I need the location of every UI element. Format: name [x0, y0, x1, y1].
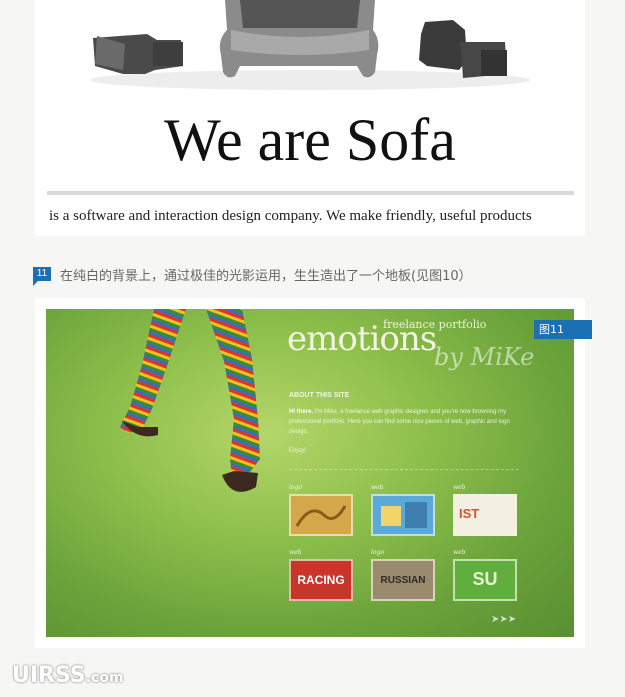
portfolio-thumb[interactable]: IST	[453, 494, 517, 536]
thumb-label: logo	[371, 549, 384, 556]
thumb-text: IST	[459, 506, 480, 521]
about-body: I'm Mike, a freelance web graphic design…	[289, 409, 510, 435]
thumb-art	[381, 502, 427, 528]
thumb-label: web	[453, 484, 466, 491]
thumb-text: RACING	[297, 573, 345, 587]
portfolio-thumb[interactable]: RACING	[289, 559, 353, 601]
caption-text: 在纯白的背景上，通过极佳的光影运用，生生造出了一个地板(见图10）	[60, 269, 472, 284]
about-lead: Hi there.	[289, 409, 314, 415]
portfolio-thumb[interactable]	[371, 494, 435, 536]
watermark-main: UIRSS	[12, 663, 86, 688]
striped-legs-illustration	[120, 309, 260, 492]
site-signature: by MiKe	[434, 343, 535, 371]
figure-number-badge: 图11	[534, 320, 592, 339]
portfolio-thumb[interactable]: SU	[453, 559, 517, 601]
thumb-text: RUSSIAN	[380, 575, 426, 586]
portfolio-thumb[interactable]	[289, 494, 353, 536]
section-divider	[289, 469, 519, 470]
about-text: Hi there. I'm Mike, a freelance web grap…	[289, 407, 514, 437]
watermark-suffix: .com	[85, 670, 124, 686]
emotions-image-card: emotions freelance portfolio by MiKe ABO…	[35, 298, 585, 648]
divider-line	[47, 191, 574, 195]
thumb-label: logo	[289, 484, 302, 491]
portfolio-thumb[interactable]: RUSSIAN	[371, 559, 435, 601]
thumb-label: web	[453, 549, 466, 556]
thumb-text: SU	[472, 569, 498, 589]
site-watermark: UIRSS.com	[12, 663, 124, 688]
furniture-illustration	[90, 0, 530, 90]
enjoy-text: Enjoy!	[289, 448, 306, 454]
caption-number-badge: 11	[33, 267, 51, 286]
sofa-heading: We are Sofa	[164, 107, 456, 173]
next-arrows-icon[interactable]: ➤➤➤	[491, 614, 516, 625]
thumb-label: web	[289, 549, 302, 556]
about-heading: ABOUT THIS SITE	[289, 392, 350, 399]
thumb-art	[295, 505, 347, 527]
sofa-tagline: is a software and interaction design com…	[49, 208, 532, 224]
site-subtitle: freelance portfolio	[383, 318, 487, 331]
thumb-label: web	[371, 484, 384, 491]
emotions-screenshot: emotions freelance portfolio by MiKe ABO…	[46, 309, 574, 637]
sofa-image-card: We are Sofa is a software and interactio…	[35, 0, 585, 236]
